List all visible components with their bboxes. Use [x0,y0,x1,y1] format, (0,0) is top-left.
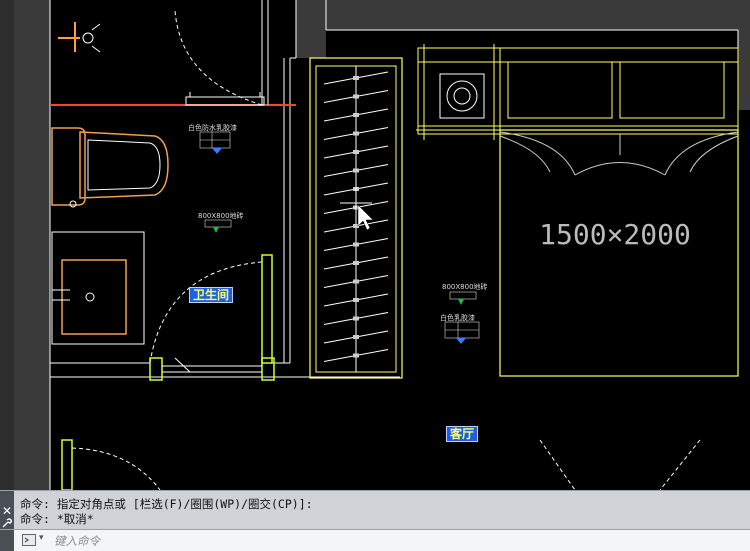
bed [499,129,739,377]
hanger-hook [353,298,359,302]
bedside-cabinets [416,44,739,140]
command-input-bar: ▾ [0,529,750,551]
command-history-line-1: 命令: 指定对角点或 [栏选(F)/圈围(WP)/圈交(CP)]: [20,497,313,511]
command-history-panel: ✕ 命令: 指定对角点或 [栏选(F)/圈围(WP)/圈交(CP)]: 命令: … [0,490,750,529]
bed-dimension-text: 1500×2000 [539,218,691,251]
bed-wall-label: 白色乳胶漆 [440,313,475,322]
bed-wall-annotation: 白色乳胶漆 [440,313,480,344]
left-wall [14,0,50,490]
bottom-left-door [61,439,161,490]
hanger-hook [353,113,359,117]
center-wall-top [296,0,326,58]
bottom-right-door [539,439,701,490]
bath-floor-annotation: 白色防水乳胶漆 [188,123,237,154]
right-wall [738,30,750,110]
chevron-down-icon[interactable]: ▾ [39,533,44,543]
hanger-hook [353,242,359,247]
hanger-hook [353,353,359,358]
bath-door-top [174,0,269,106]
hanger-hook [353,150,359,154]
hanger-hook [353,316,359,321]
bath-ceiling-annotation: 800X800地砖 [198,211,244,233]
bath-sliding-door [149,254,275,381]
command-prompt-icon[interactable] [22,534,36,546]
wrench-icon[interactable] [1,518,13,528]
shower-valve-icon [58,22,101,53]
lamp-icon [439,73,485,119]
sink-icon [51,231,145,345]
hanger-hook [353,131,359,136]
command-input-sidebar [0,530,14,551]
hanger-hook [353,335,359,339]
command-panel-sidebar: ✕ [0,491,14,529]
top-wall [326,0,750,30]
room-tag-living-room: 客厅 [446,426,479,442]
towel-rail-icon [185,92,265,106]
bath-ceiling-label: 800X800地砖 [198,211,244,220]
drawing-canvas[interactable]: 白色防水乳胶漆 800X800地砖 800X800地砖 白色乳胶漆 1500×2… [0,0,750,490]
room-tag-bathroom: 卫生间 [189,287,234,303]
hanger-hook [353,168,359,173]
hanger-hook [353,261,359,265]
hanger-hook [353,76,359,80]
bath-floor-label: 白色防水乳胶漆 [188,123,237,132]
command-input[interactable] [52,532,746,550]
bed-floor-annotation: 800X800地砖 [442,282,488,305]
command-history-line-2: 命令: *取消* [20,512,94,526]
toilet-icon [51,127,169,208]
floor-plan[interactable]: 白色防水乳胶漆 800X800地砖 800X800地砖 白色乳胶漆 1500×2… [0,0,750,490]
bed-floor-label: 800X800地砖 [442,282,488,291]
close-icon[interactable]: ✕ [2,505,12,517]
left-margin-wall [0,0,14,490]
hanger-hook [353,279,359,284]
hanger-hook [353,94,359,99]
